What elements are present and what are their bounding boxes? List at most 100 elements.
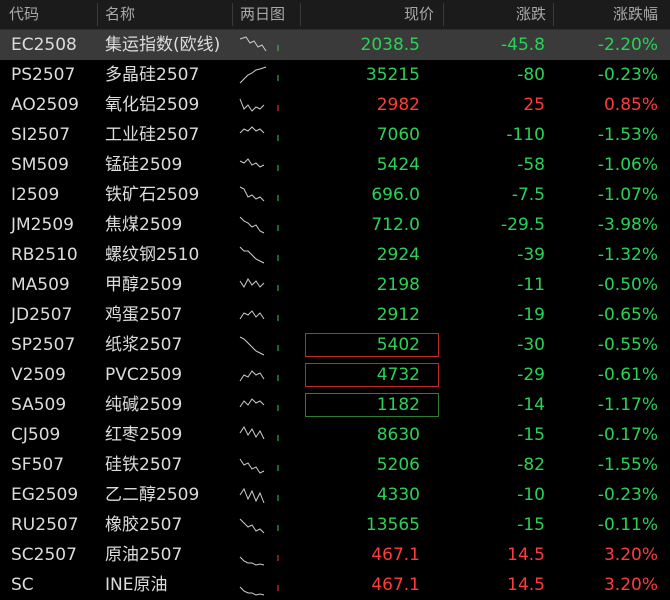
price-change: -29.5 [501, 215, 545, 235]
change-percent: -1.55% [597, 455, 658, 475]
header-pct[interactable]: 涨跌幅 [613, 0, 658, 29]
contract-name: 鸡蛋2507 [105, 305, 183, 325]
header-change[interactable]: 涨跌 [516, 0, 546, 29]
column-divider[interactable] [553, 3, 554, 26]
contract-code: AO2509 [11, 95, 79, 115]
change-percent: -0.23% [597, 65, 658, 85]
change-percent: -0.61% [597, 365, 658, 385]
contract-name: 甲醇2509 [105, 275, 183, 295]
change-percent: -0.17% [597, 425, 658, 445]
change-percent: -0.55% [597, 335, 658, 355]
price-change: -15 [517, 425, 545, 445]
change-percent: -0.11% [597, 515, 658, 535]
contract-code: CJ509 [11, 425, 61, 445]
table-row[interactable]: RU2507 橡胶2507 13565 -15 -0.11% [0, 510, 670, 540]
table-row[interactable]: JD2507 鸡蛋2507 2912 -19 -0.65% [0, 300, 670, 330]
contract-code: RU2507 [11, 515, 79, 535]
price-change: -45.8 [501, 35, 545, 55]
table-row[interactable]: MA509 甲醇2509 2198 -11 -0.50% [0, 270, 670, 300]
last-price: 467.1 [371, 545, 420, 565]
two-day-sparkline [239, 126, 279, 141]
price-change: -14 [517, 395, 545, 415]
table-row[interactable]: SA509 纯碱2509 1182 -14 -1.17% [0, 390, 670, 420]
table-row[interactable]: SC2507 原油2507 467.1 14.5 3.20% [0, 540, 670, 570]
contract-name: 焦煤2509 [105, 215, 183, 235]
last-price: 467.1 [371, 575, 420, 595]
price-change: 25 [523, 95, 545, 115]
two-day-sparkline [239, 66, 279, 84]
header-name[interactable]: 名称 [105, 0, 135, 29]
last-price: 5206 [376, 455, 420, 475]
contract-name: 氧化铝2509 [105, 95, 200, 115]
table-row[interactable]: SI2507 工业硅2507 7060 -110 -1.53% [0, 120, 670, 150]
contract-name: 集运指数(欧线) [105, 35, 221, 55]
column-divider[interactable] [443, 3, 444, 26]
table-row[interactable]: AO2509 氧化铝2509 2982 25 0.85% [0, 90, 670, 120]
table-row[interactable]: SC INE原油 467.1 14.5 3.20% [0, 570, 670, 600]
contract-code: RB2510 [11, 245, 78, 265]
price-change: -39 [517, 245, 545, 265]
quote-table: 代码 名称 两日图 现价 涨跌 涨跌幅 EC2508 集运指数(欧线) 2038.5… [0, 0, 670, 600]
header-spark[interactable]: 两日图 [240, 0, 285, 29]
contract-code: MA509 [11, 275, 70, 295]
column-divider[interactable] [97, 3, 98, 26]
price-change: -29 [517, 365, 545, 385]
header-price[interactable]: 现价 [404, 0, 434, 29]
price-change: -82 [517, 455, 545, 475]
table-row[interactable]: SP2507 纸浆2507 5402 -30 -0.55% [0, 330, 670, 360]
contract-name: 纯碱2509 [105, 395, 183, 415]
contract-name: 原油2507 [105, 545, 183, 565]
two-day-sparkline [239, 158, 279, 171]
last-price: 696.0 [371, 185, 420, 205]
change-percent: -0.65% [597, 305, 658, 325]
two-day-sparkline [239, 36, 279, 52]
table-row[interactable]: JM2509 焦煤2509 712.0 -29.5 -3.98% [0, 210, 670, 240]
two-day-sparkline [239, 370, 279, 382]
table-row[interactable]: PS2507 多晶硅2507 35215 -80 -0.23% [0, 60, 670, 90]
contract-code: JD2507 [11, 305, 73, 325]
contract-name: 硅铁2507 [105, 455, 183, 475]
change-percent: 0.85% [603, 95, 658, 115]
table-header: 代码 名称 两日图 现价 涨跌 涨跌幅 [0, 0, 670, 30]
contract-code: EG2509 [11, 485, 79, 505]
table-row[interactable]: EG2509 乙二醇2509 4330 -10 -0.23% [0, 480, 670, 510]
table-row[interactable]: RB2510 螺纹钢2510 2924 -39 -1.32% [0, 240, 670, 270]
contract-name: 橡胶2507 [105, 515, 183, 535]
table-row[interactable]: SM509 锰硅2509 5424 -58 -1.06% [0, 150, 670, 180]
last-price: 2982 [376, 95, 420, 115]
contract-name: 螺纹钢2510 [105, 245, 200, 265]
contract-code: EC2508 [11, 35, 77, 55]
column-divider[interactable] [232, 3, 233, 26]
table-row[interactable]: EC2508 集运指数(欧线) 2038.5 -45.8 -2.20% [0, 30, 670, 60]
change-percent: -2.20% [597, 35, 658, 55]
last-price: 5402 [376, 335, 420, 355]
contract-name: 锰硅2509 [105, 155, 183, 175]
contract-name: 纸浆2507 [105, 335, 183, 355]
change-percent: 3.20% [603, 545, 658, 565]
contract-name: 铁矿石2509 [105, 185, 200, 205]
price-change: -110 [506, 125, 545, 145]
table-row[interactable]: V2509 PVC2509 4732 -29 -0.61% [0, 360, 670, 390]
contract-code: SP2507 [11, 335, 76, 355]
header-code[interactable]: 代码 [9, 0, 39, 29]
table-row[interactable]: SF507 硅铁2507 5206 -82 -1.55% [0, 450, 670, 480]
two-day-sparkline [239, 246, 279, 264]
last-price: 13565 [365, 515, 420, 535]
contract-code: I2509 [11, 185, 60, 205]
last-price: 2924 [376, 245, 420, 265]
last-price: 8630 [376, 425, 420, 445]
contract-code: SM509 [11, 155, 69, 175]
price-change: -19 [517, 305, 545, 325]
change-percent: -0.23% [597, 485, 658, 505]
change-percent: -0.50% [597, 275, 658, 295]
two-day-sparkline [239, 426, 279, 441]
two-day-sparkline [239, 186, 279, 202]
table-row[interactable]: CJ509 红枣2509 8630 -15 -0.17% [0, 420, 670, 450]
two-day-sparkline [239, 336, 279, 356]
contract-code: SC2507 [11, 545, 77, 565]
column-divider[interactable] [300, 3, 301, 26]
contract-name: 乙二醇2509 [105, 485, 200, 505]
contract-code: SA509 [11, 395, 67, 415]
table-row[interactable]: I2509 铁矿石2509 696.0 -7.5 -1.07% [0, 180, 670, 210]
contract-code: JM2509 [11, 215, 74, 235]
